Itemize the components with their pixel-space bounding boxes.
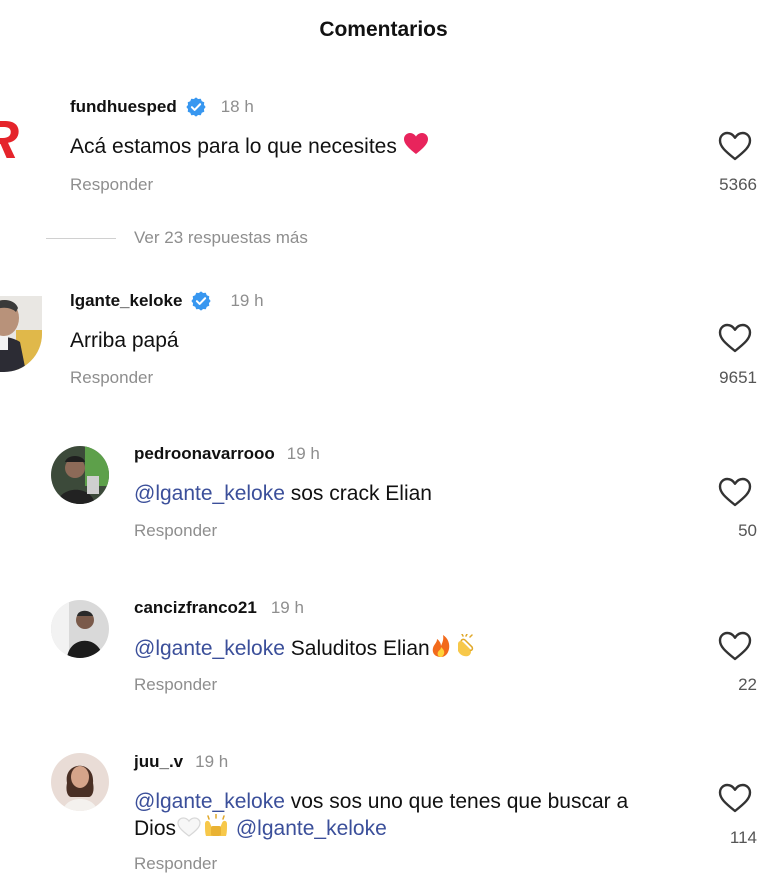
- view-more-replies-label: Ver 23 respuestas más: [134, 228, 308, 247]
- comment-time: 19 h: [286, 444, 320, 463]
- mention-link[interactable]: @lgante_keloke: [134, 482, 285, 505]
- avatar[interactable]: [51, 753, 109, 811]
- verified-badge-icon: [186, 97, 206, 117]
- comment-time: 19 h: [195, 752, 229, 771]
- comment-username[interactable]: pedroonavarrooo: [134, 444, 275, 464]
- mention-link[interactable]: @lgante_keloke: [134, 637, 285, 660]
- like-count: 50: [738, 521, 757, 540]
- avatar[interactable]: R: [0, 106, 40, 170]
- comment-time: 19 h: [270, 598, 304, 617]
- comment-username[interactable]: juu_.v: [134, 752, 183, 772]
- reply-button[interactable]: Responder: [134, 521, 217, 541]
- avatar[interactable]: [51, 600, 109, 658]
- reply-button[interactable]: Responder: [70, 368, 153, 388]
- comment-time: 19 h: [230, 291, 264, 310]
- comment-text: Arriba papá: [70, 329, 179, 352]
- like-count: 114: [729, 828, 757, 847]
- like-count: 5366: [719, 175, 757, 194]
- comment-username[interactable]: lgante_keloke: [70, 291, 182, 311]
- reply-button[interactable]: Responder: [134, 675, 217, 695]
- like-heart-icon[interactable]: [717, 476, 753, 508]
- like-count: 9651: [719, 368, 757, 387]
- comment-username[interactable]: cancizfranco21: [134, 598, 257, 618]
- comment-username[interactable]: fundhuesped: [70, 97, 177, 117]
- like-heart-icon[interactable]: [717, 130, 753, 162]
- like-count: 22: [738, 675, 757, 694]
- comment-text: vos sos uno que tenes que buscar a: [284, 790, 629, 813]
- comment-text: Dios: [134, 817, 177, 840]
- view-more-replies[interactable]: Ver 23 respuestas más: [46, 228, 308, 248]
- reply-button[interactable]: Responder: [70, 175, 153, 195]
- like-heart-icon[interactable]: [717, 782, 753, 814]
- comment-text: sos crack Elian: [284, 482, 432, 505]
- mention-link[interactable]: @lgante_keloke: [134, 790, 285, 813]
- raising-hands-emoji-icon: [202, 813, 230, 845]
- page-title: Comentarios: [319, 18, 448, 41]
- divider: [46, 237, 116, 239]
- mention-link[interactable]: @lgante_keloke: [230, 817, 387, 840]
- like-heart-icon[interactable]: [717, 630, 753, 662]
- red-heart-emoji-icon: [403, 132, 429, 163]
- reply-button[interactable]: Responder: [134, 854, 217, 874]
- clapping-hands-emoji-icon: [452, 633, 476, 665]
- white-heart-emoji-icon: [176, 816, 202, 845]
- like-heart-icon[interactable]: [717, 322, 753, 354]
- comment-text: Saluditos Elian: [284, 637, 430, 660]
- fire-emoji-icon: [430, 634, 452, 665]
- avatar[interactable]: [51, 446, 109, 504]
- comment-time: 18 h: [220, 97, 254, 116]
- avatar[interactable]: [0, 296, 42, 372]
- verified-badge-icon: [191, 291, 212, 311]
- svg-text:R: R: [0, 110, 19, 166]
- comment-text: Acá estamos para lo que necesites: [70, 135, 397, 158]
